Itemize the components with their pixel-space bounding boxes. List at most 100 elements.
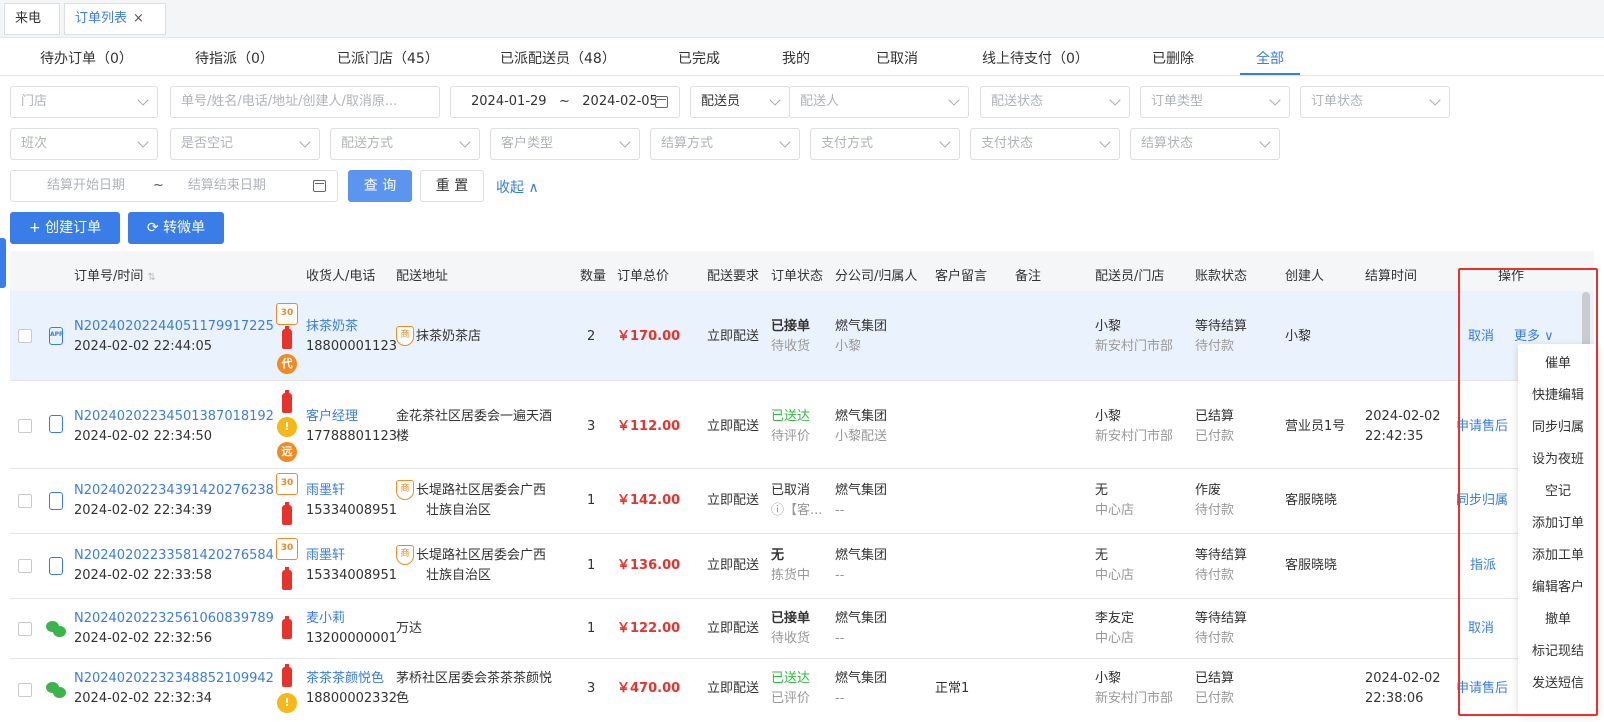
shop-icon: 商 (396, 480, 414, 500)
agent-badge: 代 (277, 354, 297, 374)
order-type-select[interactable]: 订单类型 (1140, 86, 1290, 118)
settle-date-range-picker[interactable]: 结算开始日期 ~ 结算结束日期 (10, 170, 338, 202)
recipient-name[interactable]: 客户经理 (306, 407, 358, 427)
pay-status-select[interactable]: 支付状态 (970, 128, 1120, 160)
order-number[interactable]: N20240202233581420276584 (74, 546, 274, 566)
table-row[interactable]: N20240202234391420276238 2024-02-02 22:3… (10, 469, 1594, 534)
tab-incoming-call[interactable]: 来电 (4, 3, 60, 35)
recipient-name[interactable]: 麦小莉 (306, 609, 345, 629)
query-button[interactable]: 查 询 (348, 170, 412, 202)
tab-cancelled[interactable]: 已取消 (876, 48, 918, 68)
recipient-name[interactable]: 抹茶奶茶 (306, 317, 358, 337)
row-checkbox[interactable] (18, 683, 32, 697)
col-delivery-req: 配送要求 (707, 269, 760, 284)
tab-courier-assigned[interactable]: 已派配送员（48） (500, 48, 616, 68)
shop-icon: 商 (396, 545, 414, 565)
chevron-down-icon (1429, 94, 1441, 106)
row-checkbox[interactable] (18, 559, 32, 573)
owner: -- (835, 631, 845, 646)
order-number[interactable]: N20240202234391420276238 (74, 481, 274, 501)
courier-type-select[interactable]: 配送员 (690, 86, 790, 118)
order-status-select[interactable]: 订单状态 (1300, 86, 1450, 118)
delivery-requirement: 立即配送 (707, 329, 760, 344)
settle-method-select[interactable]: 结算方式 (650, 128, 800, 160)
cancel-reason[interactable]: ⓘ【客... (771, 501, 822, 521)
table-row[interactable]: N20240202234501387018192 2024-02-02 22:3… (10, 381, 1594, 469)
delivery-method-select[interactable]: 配送方式 (330, 128, 480, 160)
order-number[interactable]: N20240202232561060839789 (74, 609, 274, 629)
settle-status-select[interactable]: 结算状态 (1130, 128, 1280, 160)
empty-record-select[interactable]: 是否空记 (170, 128, 320, 160)
company: 燃气集团 (835, 483, 888, 498)
gas-cylinder-icon (282, 326, 292, 349)
order-number[interactable]: N20240202232348852109942 (74, 669, 274, 689)
customer-type-select[interactable]: 客户类型 (490, 128, 640, 160)
row-checkbox[interactable] (18, 329, 32, 343)
collapse-link[interactable]: 收起 ∧ (496, 177, 539, 197)
order-number[interactable]: N20240202234501387018192 (74, 407, 274, 427)
tab-completed[interactable]: 已完成 (678, 48, 720, 68)
delivery-address: 万达 (396, 621, 423, 636)
app-icon: APP (49, 327, 63, 345)
gas-cylinder-icon (282, 390, 292, 413)
date-range-picker[interactable]: 2024-01-29 ~ 2024-02-05 (450, 86, 680, 118)
table-row[interactable]: N20240202233581420276584 2024-02-02 22:3… (10, 534, 1594, 599)
tab-store-assigned[interactable]: 已派门店（45） (337, 48, 439, 68)
shift-select[interactable]: 班次 (10, 128, 158, 160)
courier-select[interactable]: 配送人 (789, 86, 969, 118)
courier: 小黎 (1095, 319, 1122, 334)
order-time: 2024-02-02 22:34:39 (74, 503, 213, 518)
create-order-button[interactable]: + 创建订单 (10, 212, 120, 244)
table-row[interactable]: N20240202232561060839789 2024-02-02 22:3… (10, 599, 1594, 659)
owner: 小黎 (835, 339, 862, 354)
company: 燃气集团 (835, 548, 888, 563)
delivery-address: 抹茶奶茶店 (416, 329, 482, 344)
row-checkbox[interactable] (18, 494, 32, 508)
sort-icon[interactable]: ⇅ (148, 272, 156, 283)
payment-status: 已付款 (1195, 429, 1235, 444)
tab-to-assign[interactable]: 待指派（0） (195, 48, 274, 68)
store-select[interactable]: 门店 (10, 86, 158, 118)
store: 中心店 (1095, 568, 1135, 583)
tab-online-unpaid[interactable]: 线上待支付（0） (982, 48, 1089, 68)
convert-micro-order-button[interactable]: ⟳ 转微单 (128, 212, 224, 244)
tab-pending[interactable]: 待办订单（0） (40, 48, 133, 68)
chevron-down-icon (619, 136, 631, 148)
order-time: 2024-02-02 22:32:34 (74, 691, 213, 706)
shop-icon: 商 (396, 326, 414, 346)
recipient-name[interactable]: 雨墨轩 (306, 481, 345, 501)
recipient-name[interactable]: 雨墨轩 (306, 546, 345, 566)
delivery-requirement: 立即配送 (707, 419, 760, 434)
col-order-no[interactable]: 订单号/时间 ⇅ (74, 265, 156, 284)
status-tab-bar: 待办订单（0） 待指派（0） 已派门店（45） 已派配送员（48） 已完成 我的… (0, 40, 1604, 76)
row-checkbox[interactable] (18, 419, 32, 433)
calendar-icon (313, 180, 326, 192)
reset-button[interactable]: 重 置 (420, 170, 484, 202)
pay-method-select[interactable]: 支付方式 (810, 128, 960, 160)
store: 新安村门市部 (1095, 339, 1174, 354)
table-row[interactable]: N20240202232348852109942 2024-02-02 22:3… (10, 659, 1594, 722)
payment-status: 待付款 (1195, 631, 1235, 646)
side-collapse-handle[interactable] (0, 238, 6, 288)
page-tab-bar: 来电 订单列表 × (0, 0, 1604, 38)
store: 新安村门市部 (1095, 429, 1174, 444)
table-row[interactable]: APP N20240202244051179917225 2024-02-02 … (10, 291, 1594, 381)
row-checkbox[interactable] (18, 622, 32, 636)
tab-deleted[interactable]: 已删除 (1152, 48, 1194, 68)
calendar-icon (655, 96, 668, 108)
recipient-phone: 18800002332 (306, 691, 397, 706)
recipient-name[interactable]: 茶茶茶颜悦色 (306, 669, 384, 689)
tab-order-list[interactable]: 订单列表 × (64, 3, 166, 35)
delivery-status-select[interactable]: 配送状态 (980, 86, 1130, 118)
order-number[interactable]: N20240202244051179917225 (74, 317, 274, 337)
company: 燃气集团 (835, 671, 888, 686)
col-recipient: 收货人/电话 (306, 269, 376, 284)
chevron-down-icon (137, 94, 149, 106)
keyword-input[interactable]: 单号/姓名/电话/地址/创建人/取消原... (170, 86, 440, 118)
tab-all[interactable]: 全部 (1256, 48, 1284, 68)
close-icon[interactable]: × (133, 11, 144, 26)
owner: 小黎配送 (835, 429, 888, 444)
delivery-address: 茅桥社区居委会茶茶茶颜悦 (396, 671, 553, 686)
tab-mine[interactable]: 我的 (782, 48, 810, 68)
account-status: 作废 (1195, 483, 1222, 498)
